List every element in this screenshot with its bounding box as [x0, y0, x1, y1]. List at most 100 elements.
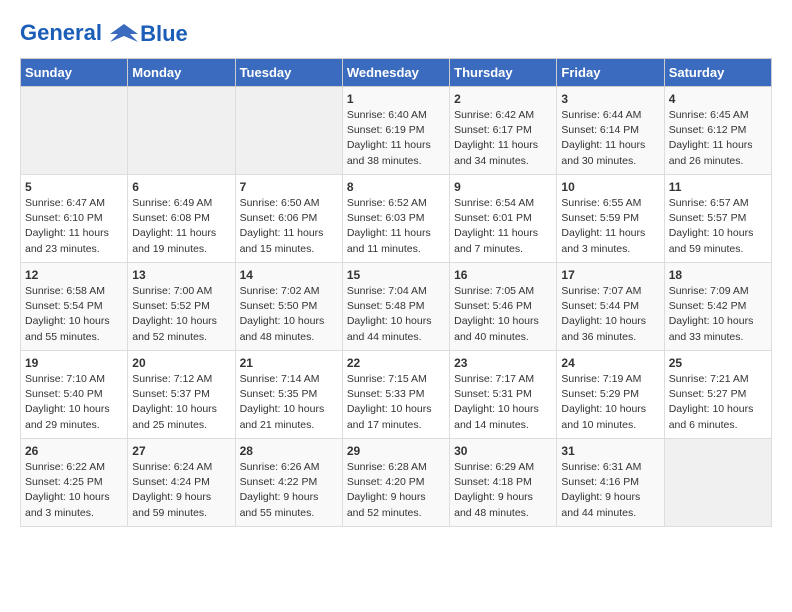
daylight-text: Daylight: 11 hours and 7 minutes. [454, 227, 538, 254]
day-number: 1 [347, 92, 445, 106]
daylight-text: Daylight: 10 hours and 59 minutes. [669, 227, 754, 254]
calendar-cell [128, 87, 235, 175]
daylight-text: Daylight: 10 hours and 14 minutes. [454, 403, 539, 430]
calendar-cell: 14 Sunrise: 7:02 AM Sunset: 5:50 PM Dayl… [235, 263, 342, 351]
sunset-text: Sunset: 5:42 PM [669, 300, 747, 312]
calendar-header-row: SundayMondayTuesdayWednesdayThursdayFrid… [21, 59, 772, 87]
sunset-text: Sunset: 6:12 PM [669, 124, 747, 136]
calendar-cell: 11 Sunrise: 6:57 AM Sunset: 5:57 PM Dayl… [664, 175, 771, 263]
sunset-text: Sunset: 5:29 PM [561, 388, 639, 400]
daylight-text: Daylight: 10 hours and 55 minutes. [25, 315, 110, 342]
day-info: Sunrise: 6:42 AM Sunset: 6:17 PM Dayligh… [454, 108, 552, 169]
calendar-cell: 25 Sunrise: 7:21 AM Sunset: 5:27 PM Dayl… [664, 351, 771, 439]
sunrise-text: Sunrise: 7:00 AM [132, 285, 212, 297]
day-info: Sunrise: 7:17 AM Sunset: 5:31 PM Dayligh… [454, 372, 552, 433]
day-number: 28 [240, 444, 338, 458]
sunset-text: Sunset: 5:57 PM [669, 212, 747, 224]
header-wednesday: Wednesday [342, 59, 449, 87]
sunset-text: Sunset: 5:48 PM [347, 300, 425, 312]
calendar-cell: 20 Sunrise: 7:12 AM Sunset: 5:37 PM Dayl… [128, 351, 235, 439]
daylight-text: Daylight: 9 hours and 44 minutes. [561, 491, 640, 518]
daylight-text: Daylight: 11 hours and 11 minutes. [347, 227, 431, 254]
daylight-text: Daylight: 11 hours and 30 minutes. [561, 139, 645, 166]
sunrise-text: Sunrise: 6:26 AM [240, 461, 320, 473]
sunrise-text: Sunrise: 6:28 AM [347, 461, 427, 473]
sunset-text: Sunset: 4:20 PM [347, 476, 425, 488]
sunset-text: Sunset: 4:25 PM [25, 476, 103, 488]
daylight-text: Daylight: 9 hours and 55 minutes. [240, 491, 319, 518]
day-info: Sunrise: 7:10 AM Sunset: 5:40 PM Dayligh… [25, 372, 123, 433]
sunset-text: Sunset: 6:14 PM [561, 124, 639, 136]
day-number: 8 [347, 180, 445, 194]
calendar-cell: 5 Sunrise: 6:47 AM Sunset: 6:10 PM Dayli… [21, 175, 128, 263]
page-header: General Blue [20, 20, 772, 48]
daylight-text: Daylight: 11 hours and 19 minutes. [132, 227, 216, 254]
day-info: Sunrise: 6:40 AM Sunset: 6:19 PM Dayligh… [347, 108, 445, 169]
calendar-cell: 1 Sunrise: 6:40 AM Sunset: 6:19 PM Dayli… [342, 87, 449, 175]
sunset-text: Sunset: 5:27 PM [669, 388, 747, 400]
sunrise-text: Sunrise: 7:15 AM [347, 373, 427, 385]
daylight-text: Daylight: 11 hours and 38 minutes. [347, 139, 431, 166]
day-info: Sunrise: 6:55 AM Sunset: 5:59 PM Dayligh… [561, 196, 659, 257]
sunrise-text: Sunrise: 6:29 AM [454, 461, 534, 473]
sunset-text: Sunset: 6:08 PM [132, 212, 210, 224]
calendar-cell: 22 Sunrise: 7:15 AM Sunset: 5:33 PM Dayl… [342, 351, 449, 439]
day-info: Sunrise: 7:19 AM Sunset: 5:29 PM Dayligh… [561, 372, 659, 433]
sunset-text: Sunset: 5:37 PM [132, 388, 210, 400]
calendar-cell: 19 Sunrise: 7:10 AM Sunset: 5:40 PM Dayl… [21, 351, 128, 439]
day-info: Sunrise: 6:22 AM Sunset: 4:25 PM Dayligh… [25, 460, 123, 521]
header-tuesday: Tuesday [235, 59, 342, 87]
day-number: 12 [25, 268, 123, 282]
daylight-text: Daylight: 10 hours and 40 minutes. [454, 315, 539, 342]
daylight-text: Daylight: 10 hours and 52 minutes. [132, 315, 217, 342]
daylight-text: Daylight: 10 hours and 29 minutes. [25, 403, 110, 430]
day-info: Sunrise: 7:04 AM Sunset: 5:48 PM Dayligh… [347, 284, 445, 345]
header-sunday: Sunday [21, 59, 128, 87]
sunrise-text: Sunrise: 7:04 AM [347, 285, 427, 297]
day-info: Sunrise: 6:50 AM Sunset: 6:06 PM Dayligh… [240, 196, 338, 257]
day-info: Sunrise: 6:28 AM Sunset: 4:20 PM Dayligh… [347, 460, 445, 521]
calendar-cell: 26 Sunrise: 6:22 AM Sunset: 4:25 PM Dayl… [21, 439, 128, 527]
day-number: 29 [347, 444, 445, 458]
day-info: Sunrise: 7:07 AM Sunset: 5:44 PM Dayligh… [561, 284, 659, 345]
daylight-text: Daylight: 10 hours and 21 minutes. [240, 403, 325, 430]
sunrise-text: Sunrise: 6:31 AM [561, 461, 641, 473]
daylight-text: Daylight: 11 hours and 26 minutes. [669, 139, 753, 166]
daylight-text: Daylight: 11 hours and 34 minutes. [454, 139, 538, 166]
sunset-text: Sunset: 4:18 PM [454, 476, 532, 488]
sunrise-text: Sunrise: 6:24 AM [132, 461, 212, 473]
daylight-text: Daylight: 10 hours and 10 minutes. [561, 403, 646, 430]
calendar-cell: 12 Sunrise: 6:58 AM Sunset: 5:54 PM Dayl… [21, 263, 128, 351]
day-number: 14 [240, 268, 338, 282]
sunset-text: Sunset: 5:59 PM [561, 212, 639, 224]
sunrise-text: Sunrise: 7:09 AM [669, 285, 749, 297]
day-info: Sunrise: 6:26 AM Sunset: 4:22 PM Dayligh… [240, 460, 338, 521]
day-info: Sunrise: 7:12 AM Sunset: 5:37 PM Dayligh… [132, 372, 230, 433]
sunrise-text: Sunrise: 6:45 AM [669, 109, 749, 121]
sunset-text: Sunset: 5:46 PM [454, 300, 532, 312]
calendar-cell: 17 Sunrise: 7:07 AM Sunset: 5:44 PM Dayl… [557, 263, 664, 351]
sunrise-text: Sunrise: 7:10 AM [25, 373, 105, 385]
calendar-cell [21, 87, 128, 175]
calendar-cell: 10 Sunrise: 6:55 AM Sunset: 5:59 PM Dayl… [557, 175, 664, 263]
day-number: 11 [669, 180, 767, 194]
sunset-text: Sunset: 5:33 PM [347, 388, 425, 400]
logo-general: General [20, 20, 102, 45]
day-info: Sunrise: 6:44 AM Sunset: 6:14 PM Dayligh… [561, 108, 659, 169]
day-number: 30 [454, 444, 552, 458]
day-info: Sunrise: 6:31 AM Sunset: 4:16 PM Dayligh… [561, 460, 659, 521]
day-number: 5 [25, 180, 123, 194]
sunset-text: Sunset: 5:35 PM [240, 388, 318, 400]
sunrise-text: Sunrise: 7:19 AM [561, 373, 641, 385]
day-number: 27 [132, 444, 230, 458]
day-number: 17 [561, 268, 659, 282]
week-row-2: 5 Sunrise: 6:47 AM Sunset: 6:10 PM Dayli… [21, 175, 772, 263]
sunrise-text: Sunrise: 6:58 AM [25, 285, 105, 297]
day-number: 6 [132, 180, 230, 194]
day-number: 15 [347, 268, 445, 282]
logo-bird-icon [110, 20, 138, 48]
header-monday: Monday [128, 59, 235, 87]
daylight-text: Daylight: 11 hours and 15 minutes. [240, 227, 324, 254]
day-number: 7 [240, 180, 338, 194]
day-info: Sunrise: 6:54 AM Sunset: 6:01 PM Dayligh… [454, 196, 552, 257]
